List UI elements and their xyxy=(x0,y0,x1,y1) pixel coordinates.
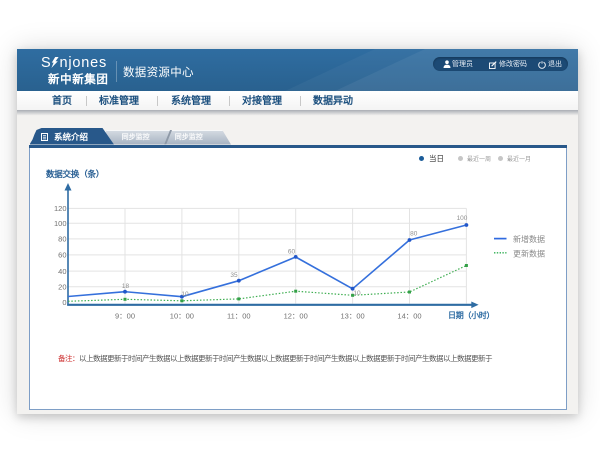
svg-text:35: 35 xyxy=(230,272,238,279)
svg-text:11：00: 11：00 xyxy=(227,311,251,320)
svg-text:20: 20 xyxy=(58,282,66,291)
svg-text:10：00: 10：00 xyxy=(170,311,194,320)
svg-text:100: 100 xyxy=(54,219,67,228)
svg-text:14：00: 14：00 xyxy=(397,311,421,320)
svg-text:60: 60 xyxy=(58,251,66,260)
svg-text:80: 80 xyxy=(410,231,418,238)
svg-text:10: 10 xyxy=(181,291,189,298)
svg-text:更新数据: 更新数据 xyxy=(513,248,545,258)
svg-text:18: 18 xyxy=(122,283,130,290)
svg-text:12：00: 12：00 xyxy=(284,311,308,320)
svg-text:9：00: 9：00 xyxy=(115,311,135,320)
svg-text:13：00: 13：00 xyxy=(341,311,365,320)
svg-text:日期（小时）: 日期（小时） xyxy=(448,310,494,320)
svg-text:80: 80 xyxy=(58,235,66,244)
svg-text:10: 10 xyxy=(353,290,361,297)
svg-text:新增数据: 新增数据 xyxy=(513,234,545,244)
svg-text:100: 100 xyxy=(457,215,468,222)
svg-text:120: 120 xyxy=(54,204,67,213)
svg-text:0: 0 xyxy=(62,298,66,307)
svg-text:60: 60 xyxy=(288,249,296,256)
svg-text:40: 40 xyxy=(58,267,66,276)
